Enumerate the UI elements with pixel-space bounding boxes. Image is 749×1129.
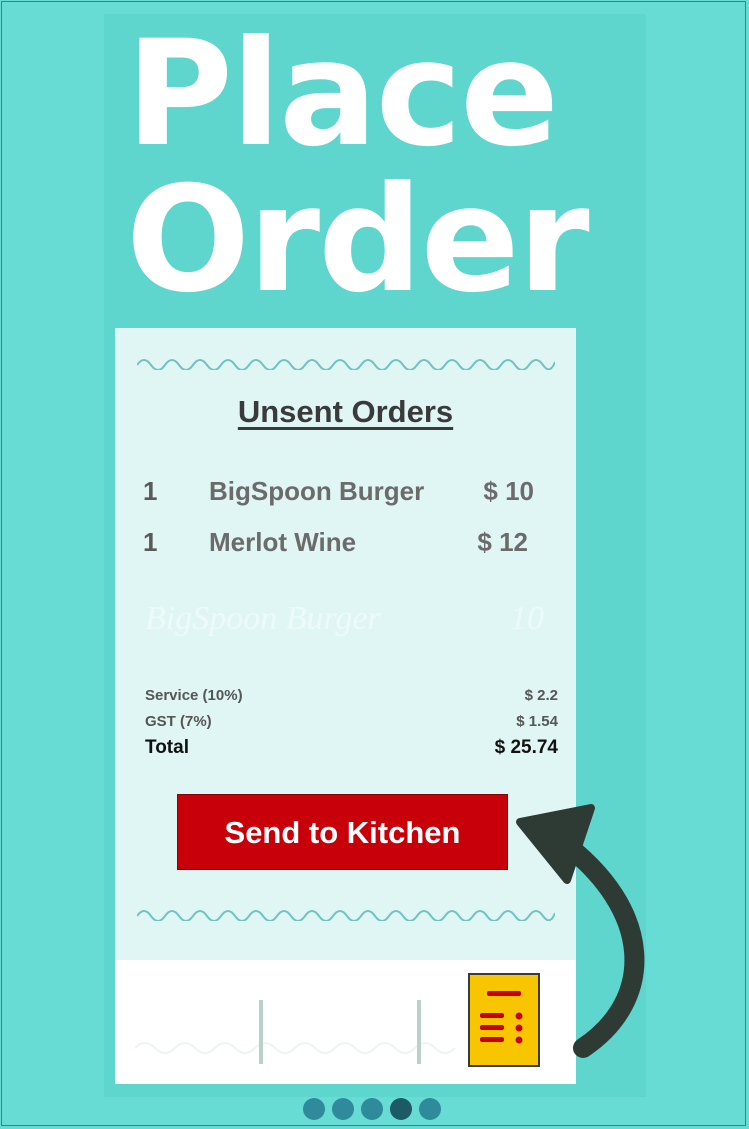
item-quantity: 1 xyxy=(143,476,158,506)
gst-label: GST (7%) xyxy=(145,713,212,730)
receipt-title: Unsent Orders xyxy=(237,394,454,429)
page-dot[interactable] xyxy=(303,1098,325,1120)
tab-divider xyxy=(417,1000,421,1064)
headline-line-2: Order xyxy=(126,155,590,325)
order-item-row: 1 Merlot Wine $ 12 xyxy=(141,527,534,561)
order-item-row: 1 BigSpoon Burger $ 10 xyxy=(141,476,534,510)
faded-item-row: BigSpoon Burger 10 xyxy=(145,600,544,638)
headline-line-1: Place xyxy=(126,9,559,179)
faded-item-name: BigSpoon Burger xyxy=(145,600,381,637)
item-name: BigSpoon Burger xyxy=(209,476,425,506)
gst-value: $ 1.54 xyxy=(516,713,558,730)
zigzag-divider-bottom xyxy=(137,910,555,921)
faded-wave-decoration xyxy=(135,1042,456,1054)
curved-arrow-icon xyxy=(516,804,645,1058)
item-quantity: 1 xyxy=(143,527,158,557)
page-headline: Place Order xyxy=(126,9,596,325)
faded-item-price: 10 xyxy=(510,600,544,637)
service-charge-value: $ 2.2 xyxy=(524,687,558,704)
item-price: $ 12 xyxy=(477,527,528,557)
page-dot[interactable] xyxy=(361,1098,383,1120)
tab-divider xyxy=(259,1000,263,1064)
total-row: Total $ 25.74 xyxy=(145,737,558,759)
total-label: Total xyxy=(145,737,189,758)
page-dot-active[interactable] xyxy=(390,1098,412,1120)
page-dot[interactable] xyxy=(419,1098,441,1120)
total-value: $ 25.74 xyxy=(494,737,558,758)
item-price: $ 10 xyxy=(483,476,534,506)
page-dot[interactable] xyxy=(332,1098,354,1120)
service-charge-label: Service (10%) xyxy=(145,687,243,704)
item-name: Merlot Wine xyxy=(209,527,357,557)
gst-row: GST (7%) $ 1.54 xyxy=(145,713,558,730)
send-to-kitchen-button[interactable]: Send to Kitchen xyxy=(177,794,508,870)
zigzag-divider-top xyxy=(137,359,555,370)
service-charge-row: Service (10%) $ 2.2 xyxy=(145,687,558,704)
